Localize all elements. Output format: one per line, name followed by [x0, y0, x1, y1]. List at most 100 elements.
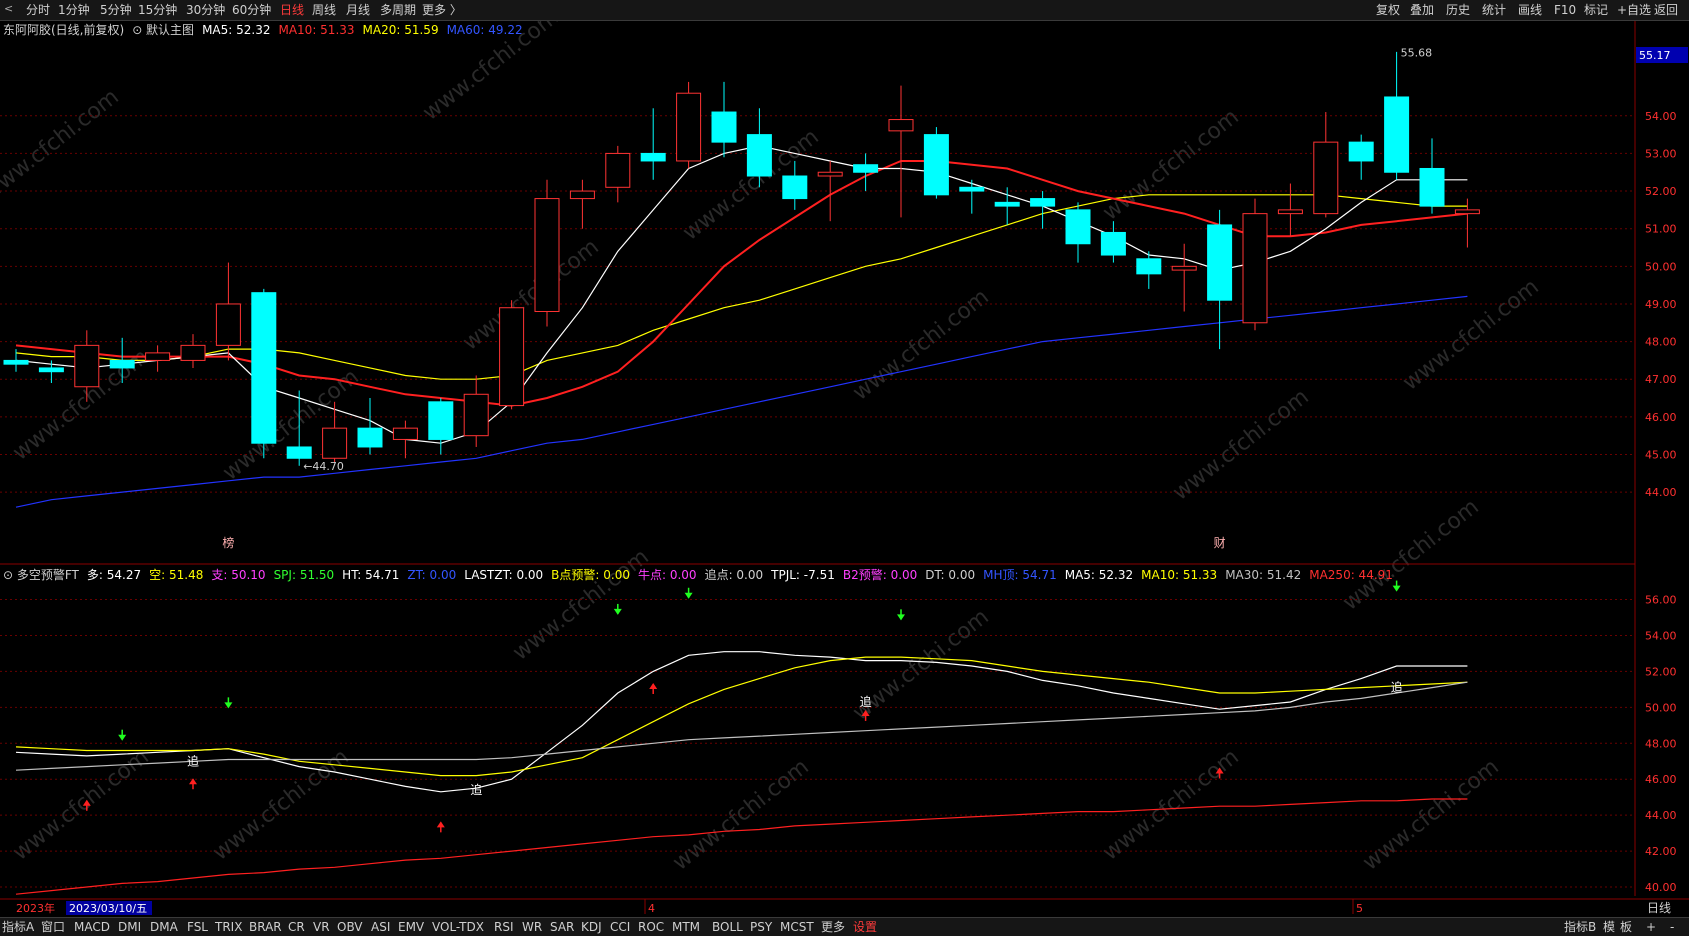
draw-button[interactable]: 画线: [1518, 2, 1542, 18]
tab-more[interactable]: 更多 〉: [422, 2, 462, 18]
candle-7: [251, 288, 277, 459]
x-axis: 2023年 2023/03/10/五 4 5 日线: [16, 901, 1671, 915]
return-button[interactable]: 返回: [1654, 2, 1678, 18]
candle-body-32: [1136, 258, 1162, 275]
tab-macd[interactable]: MACD: [74, 919, 110, 935]
tab-vol-tdx[interactable]: VOL-TDX: [432, 919, 484, 935]
up-arrow-icon-3: [649, 683, 658, 694]
tab-brar[interactable]: BRAR: [249, 919, 282, 935]
sub-ytick-1: 42.00: [1645, 845, 1677, 858]
zoom-out-button[interactable]: -: [1670, 919, 1674, 935]
candle-body-2: [74, 344, 100, 388]
sub-legend-item-12: B2预警: 0.00: [843, 567, 917, 582]
tab-30min[interactable]: 30分钟: [186, 2, 225, 18]
candle-39: [1384, 51, 1410, 180]
tab-obv[interactable]: OBV: [337, 919, 363, 935]
sub-legend-item-10: 追点: 0.00: [705, 567, 764, 582]
main-ytick-5: 49.00: [1645, 298, 1677, 311]
candle-body-1: [38, 367, 64, 373]
tab-fenshi[interactable]: 分时: [26, 2, 50, 18]
kline-chart[interactable]: www.cfchi.comwww.cfchi.comwww.cfchi.comw…: [0, 21, 1689, 917]
tab-mcst[interactable]: MCST: [780, 919, 814, 935]
main-legend-item-4: MA20: 51.59: [363, 23, 439, 37]
zoom-in-button[interactable]: +: [1646, 919, 1656, 935]
tab-indicator-b[interactable]: 指标B: [1564, 919, 1596, 935]
candle-11: [392, 420, 418, 459]
tab-template-ban[interactable]: 板: [1620, 919, 1632, 935]
tab-emv[interactable]: EMV: [398, 919, 424, 935]
tab-indicator-a[interactable]: 指标A: [2, 919, 34, 935]
sub-legend-item-0: ⊙ 多空预警FT: [3, 567, 80, 582]
tab-boll[interactable]: BOLL: [712, 919, 743, 935]
tab-1min[interactable]: 1分钟: [58, 2, 90, 18]
period-label: 日线: [1647, 901, 1671, 915]
tab-kdj[interactable]: KDJ: [581, 919, 602, 935]
sub-ytick-0: 40.00: [1645, 881, 1677, 894]
sub-ytick-6: 52.00: [1645, 665, 1677, 678]
candle-body-0: [3, 359, 29, 365]
tab-daily[interactable]: 日线: [280, 2, 304, 18]
tab-vr[interactable]: VR: [313, 919, 330, 935]
tab-more-indicators[interactable]: 更多: [821, 919, 845, 935]
sub-legend-item-16: MA10: 51.33: [1141, 568, 1217, 582]
up-arrow-head-2: [436, 821, 445, 828]
down-arrow-head-0: [118, 734, 127, 741]
sub-ytick-7: 54.00: [1645, 629, 1677, 642]
tab-asi[interactable]: ASI: [371, 919, 390, 935]
candle-body-37: [1313, 141, 1339, 215]
tab-wr[interactable]: WR: [522, 919, 542, 935]
candle-5: [180, 334, 206, 368]
watermark-10: www.cfchi.com: [1398, 274, 1543, 395]
overlay-button[interactable]: 叠加: [1410, 2, 1434, 18]
sub-legend-item-17: MA30: 51.42: [1225, 568, 1301, 582]
tab-monthly[interactable]: 月线: [346, 2, 370, 18]
tab-sar[interactable]: SAR: [550, 919, 574, 935]
indicator-line-1: [15, 656, 1468, 777]
tab-weekly[interactable]: 周线: [312, 2, 336, 18]
candle-21: [746, 108, 772, 188]
fuquan-button[interactable]: 复权: [1376, 2, 1400, 18]
add-watchlist-button[interactable]: +自选: [1617, 2, 1651, 18]
mark-button[interactable]: 标记: [1584, 2, 1608, 18]
main-ytick-1: 45.00: [1645, 448, 1677, 461]
sub-legend-item-6: ZT: 0.00: [407, 568, 456, 582]
tab-5min[interactable]: 5分钟: [100, 2, 132, 18]
f10-button[interactable]: F10: [1554, 2, 1576, 18]
tab-settings[interactable]: 设置: [853, 919, 877, 935]
main-ytick-2: 46.00: [1645, 411, 1677, 424]
watermark-7: www.cfchi.com: [1098, 104, 1243, 225]
candle-body-18: [640, 152, 666, 162]
candle-6: [215, 262, 241, 361]
watermark-9: www.cfchi.com: [1098, 744, 1243, 865]
tab-cci[interactable]: CCI: [610, 919, 630, 935]
tab-rsi[interactable]: RSI: [494, 919, 514, 935]
candle-32: [1136, 251, 1162, 289]
candle-13: [463, 375, 489, 447]
candle-4: [145, 345, 171, 372]
tab-dmi[interactable]: DMI: [118, 919, 141, 935]
candle-body-7: [251, 292, 277, 444]
tab-multi-period[interactable]: 多周期: [380, 2, 416, 18]
tab-60min[interactable]: 60分钟: [232, 2, 271, 18]
candle-body-30: [1065, 209, 1091, 245]
tab-psy[interactable]: PSY: [750, 919, 772, 935]
tab-dma[interactable]: DMA: [150, 919, 178, 935]
history-button[interactable]: 历史: [1446, 2, 1470, 18]
down-arrow-head-3: [684, 592, 693, 599]
tab-template-mo[interactable]: 模: [1603, 919, 1615, 935]
tab-15min[interactable]: 15分钟: [138, 2, 177, 18]
back-arrow-icon[interactable]: <: [4, 2, 13, 15]
indicator-tabbar: 指标A 窗口 MACD DMI DMA FSL TRIX BRAR CR VR …: [0, 917, 1689, 936]
tab-trix[interactable]: TRIX: [215, 919, 242, 935]
tab-cr[interactable]: CR: [288, 919, 305, 935]
candle-20: [711, 81, 737, 158]
stats-button[interactable]: 统计: [1482, 2, 1506, 18]
chase-label-2: 追: [860, 694, 872, 709]
candle-19: [676, 81, 702, 169]
candle-body-20: [711, 111, 737, 143]
tab-roc[interactable]: ROC: [638, 919, 664, 935]
tab-window[interactable]: 窗口: [41, 919, 65, 935]
candle-15: [534, 179, 560, 327]
tab-fsl[interactable]: FSL: [187, 919, 208, 935]
tab-mtm[interactable]: MTM: [672, 919, 700, 935]
